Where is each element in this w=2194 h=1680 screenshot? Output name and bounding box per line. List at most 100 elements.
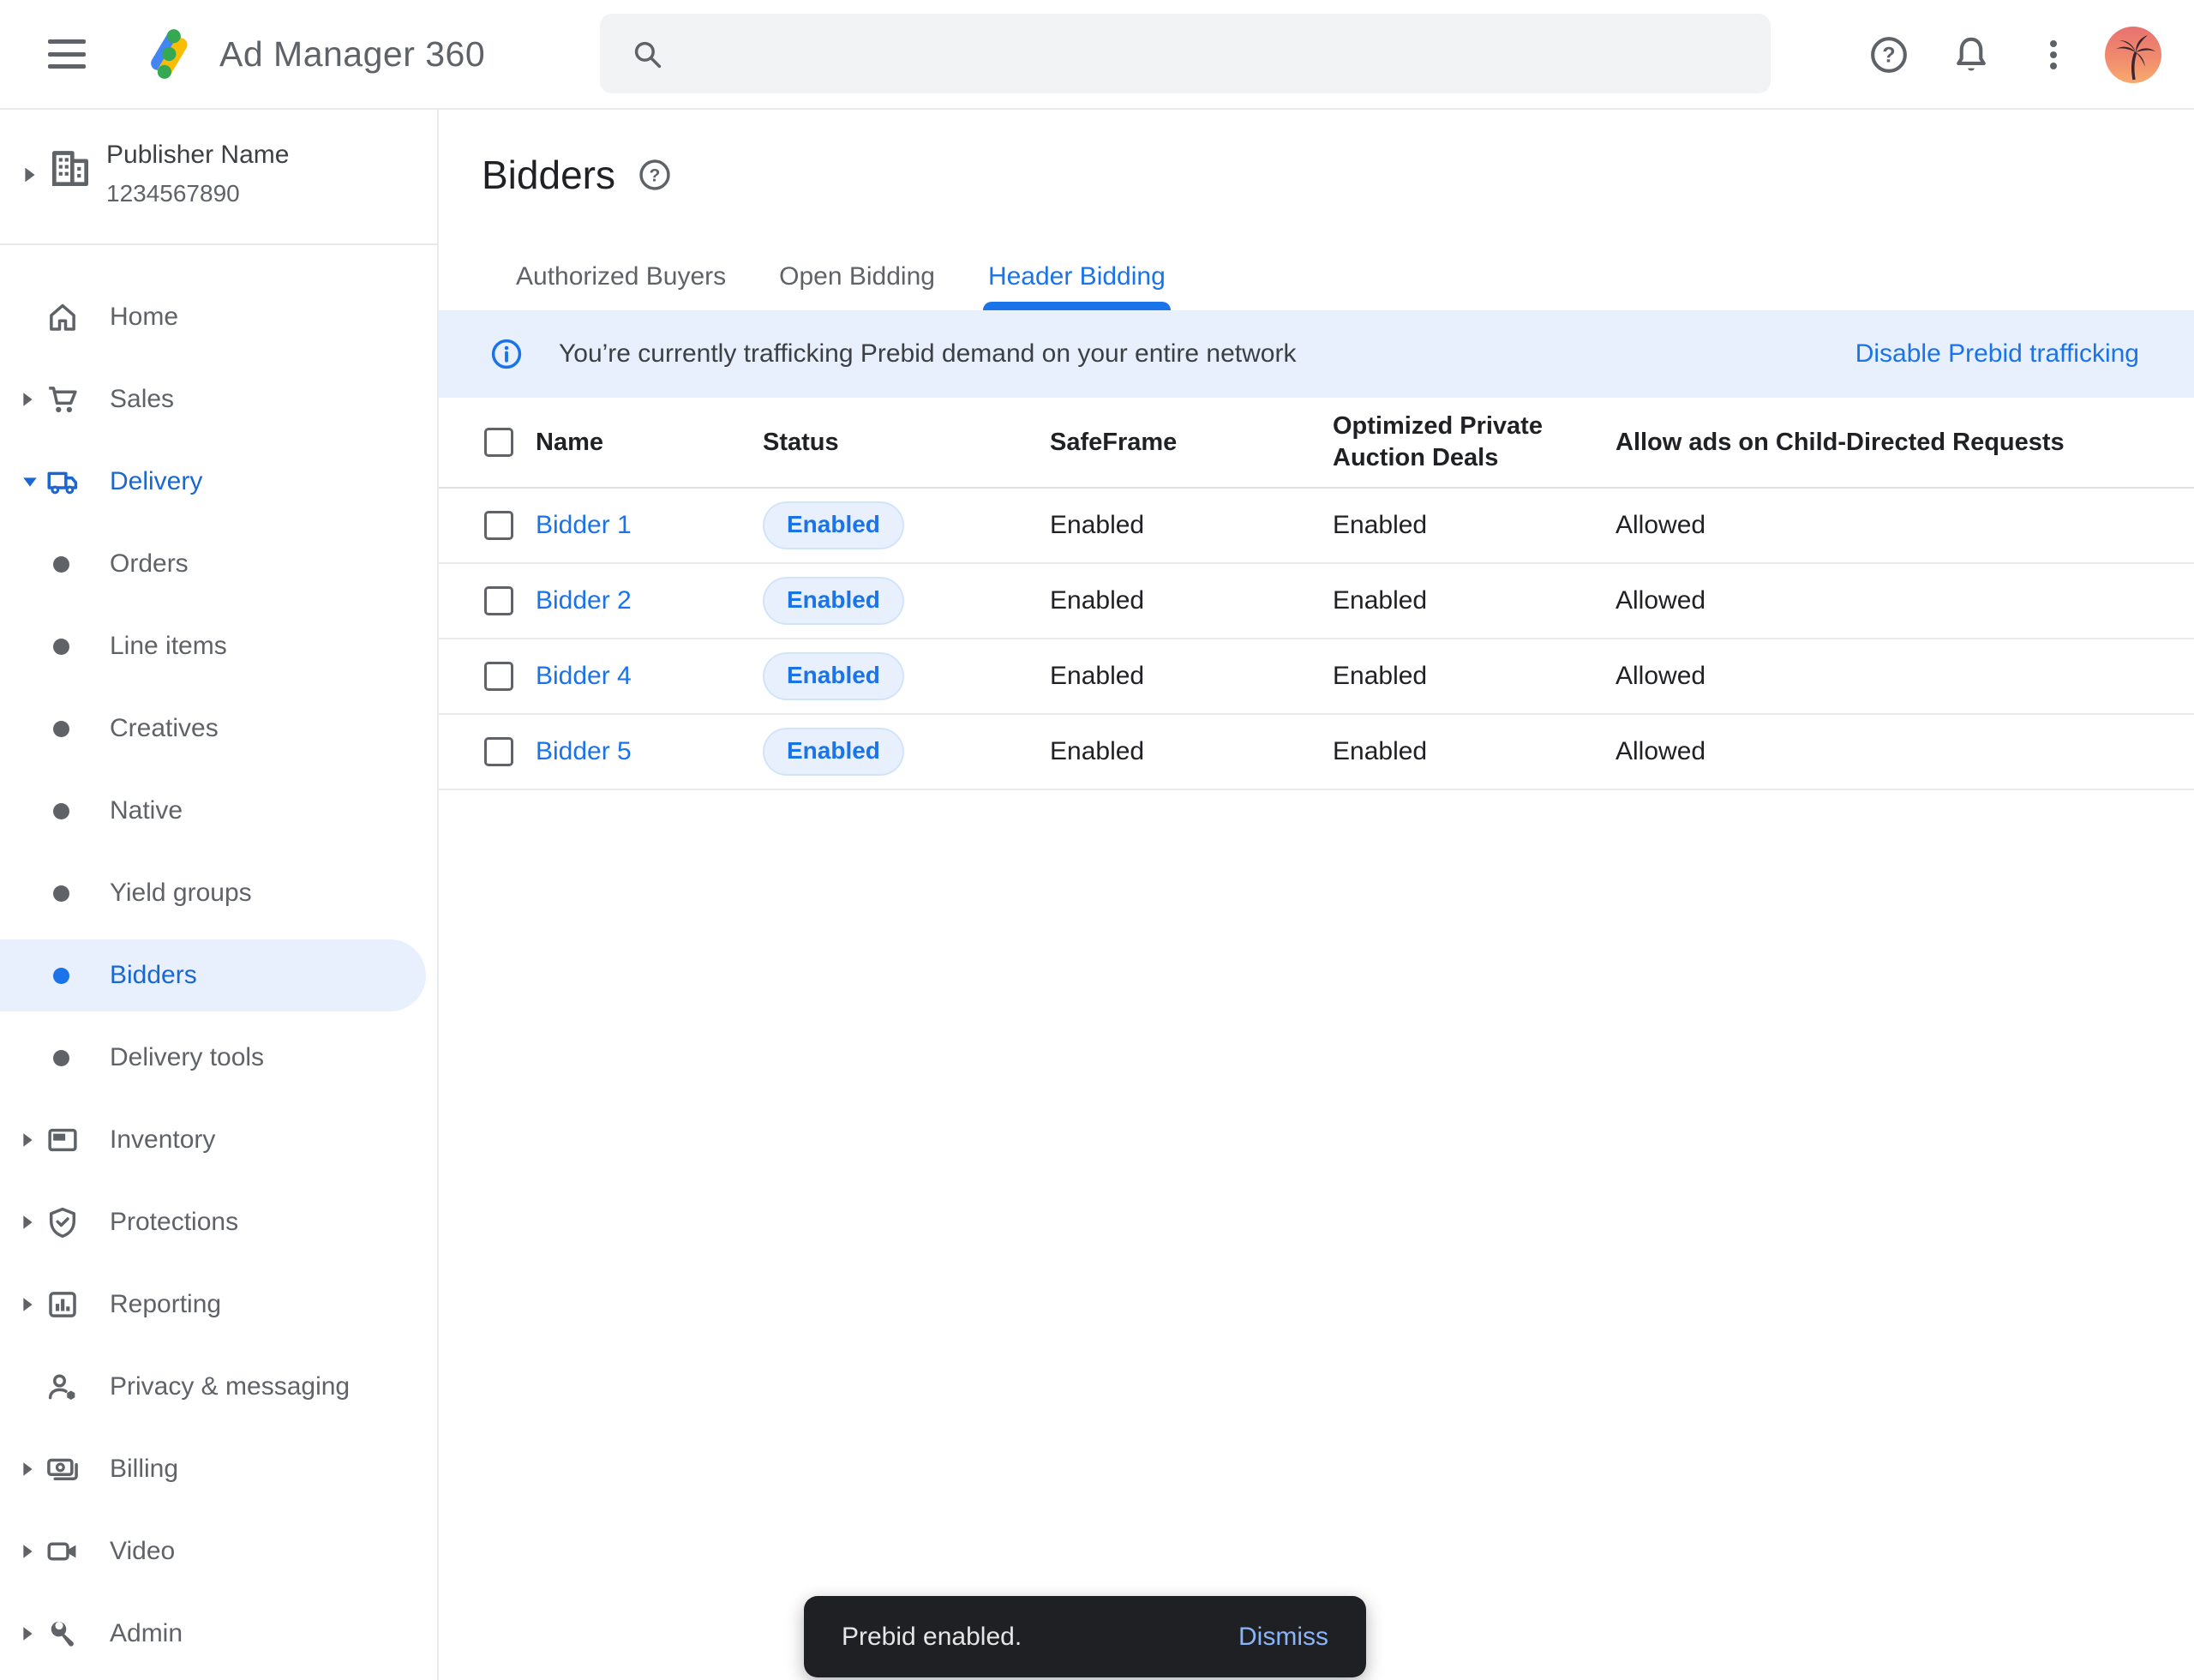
bidder-link[interactable]: Bidder 1	[536, 511, 763, 540]
caret-right-icon	[22, 392, 41, 407]
svg-text:?: ?	[650, 165, 661, 185]
sidebar-item-label: Home	[110, 303, 178, 332]
dismiss-button[interactable]: Dismiss	[1238, 1623, 1328, 1652]
column-header-opad: Optimized Private Auction Deals	[1333, 411, 1616, 474]
help-circle-icon: ?	[636, 156, 674, 194]
caret-right-icon	[22, 1544, 41, 1559]
sidebar-item-label: Privacy & messaging	[110, 1372, 350, 1401]
tab-authorized-buyers[interactable]: Authorized Buyers	[516, 262, 726, 310]
bullet-icon	[53, 1050, 69, 1066]
sidebar-item-home[interactable]: Home	[0, 276, 437, 358]
ad-manager-logo-icon[interactable]	[135, 22, 199, 86]
bullet-icon	[53, 968, 69, 984]
child-directed-value: Allowed	[1616, 662, 2194, 691]
caret-right-icon	[22, 1132, 41, 1148]
select-all-checkbox[interactable]	[484, 428, 513, 457]
help-button[interactable]: ?	[1858, 24, 1920, 86]
caret-right-icon	[22, 1626, 41, 1641]
sidebar-item-label: Reporting	[110, 1290, 221, 1319]
publisher-id: 1234567890	[106, 180, 240, 207]
search-icon	[629, 36, 665, 72]
wrench-icon	[45, 1616, 81, 1652]
sidebar-item-label: Bidders	[110, 961, 197, 990]
sidebar-item-video[interactable]: Video	[0, 1510, 437, 1593]
top-app-bar: Ad Manager 360 ?	[0, 0, 2194, 110]
account-avatar[interactable]	[2105, 27, 2161, 83]
sidebar-item-label: Native	[110, 796, 183, 825]
bidder-link[interactable]: Bidder 5	[536, 737, 763, 766]
column-header-status: Status	[763, 427, 1050, 459]
bar-chart-icon	[45, 1287, 81, 1323]
privacy-person-icon	[45, 1369, 81, 1405]
status-badge: Enabled	[763, 652, 904, 700]
table-row: Bidder 2 Enabled Enabled Enabled Allowed	[439, 564, 2194, 639]
sidebar-item-label: Line items	[110, 632, 227, 661]
disable-prebid-trafficking-link[interactable]: Disable Prebid trafficking	[1855, 339, 2139, 369]
search-bar[interactable]	[600, 14, 1771, 93]
sidebar-item-label: Inventory	[110, 1125, 215, 1155]
hamburger-menu-icon[interactable]	[48, 39, 86, 69]
sidebar-item-admin[interactable]: Admin	[0, 1593, 437, 1675]
sidebar-item-billing[interactable]: Billing	[0, 1428, 437, 1510]
toast-message: Prebid enabled.	[842, 1623, 1022, 1652]
row-checkbox[interactable]	[484, 511, 513, 540]
bullet-icon	[53, 885, 69, 902]
sidebar-item-creatives[interactable]: Creatives	[0, 687, 437, 770]
notifications-button[interactable]	[1940, 24, 2002, 86]
bullet-icon	[53, 721, 69, 737]
help-icon: ?	[1867, 33, 1911, 77]
caret-right-icon	[24, 166, 36, 183]
status-badge: Enabled	[763, 577, 904, 625]
tab-header-bidding[interactable]: Header Bidding	[988, 262, 1166, 310]
bullet-icon	[53, 803, 69, 819]
table-row: Bidder 5 Enabled Enabled Enabled Allowed	[439, 715, 2194, 790]
bell-icon	[1949, 33, 1993, 77]
search-input[interactable]	[665, 14, 1771, 93]
row-checkbox[interactable]	[484, 662, 513, 691]
snackbar-toast: Prebid enabled. Dismiss	[804, 1596, 1366, 1677]
sidebar-item-orders[interactable]: Orders	[0, 523, 437, 605]
sidebar-item-bidders[interactable]: Bidders	[0, 934, 437, 1017]
column-header-child-directed: Allow ads on Child-Directed Requests	[1616, 427, 2194, 459]
more-options-button[interactable]	[2023, 24, 2084, 86]
three-dot-menu-icon	[2033, 34, 2074, 75]
sidebar-item-label: Creatives	[110, 714, 219, 743]
sidebar-item-yield-groups[interactable]: Yield groups	[0, 852, 437, 934]
sidebar-item-sales[interactable]: Sales	[0, 358, 437, 441]
sidebar-item-inventory[interactable]: Inventory	[0, 1099, 437, 1181]
video-camera-icon	[45, 1533, 81, 1569]
sidebar-item-delivery-tools[interactable]: Delivery tools	[0, 1017, 437, 1099]
sidebar-item-reporting[interactable]: Reporting	[0, 1263, 437, 1346]
bidder-link[interactable]: Bidder 2	[536, 586, 763, 615]
child-directed-value: Allowed	[1616, 737, 2194, 766]
sidebar-item-label: Delivery tools	[110, 1043, 264, 1072]
shopping-cart-icon	[45, 381, 81, 417]
billing-banknote-icon	[45, 1451, 81, 1487]
bullet-icon	[53, 639, 69, 655]
sidebar-item-label: Orders	[110, 549, 189, 579]
info-icon	[489, 336, 525, 372]
row-checkbox[interactable]	[484, 737, 513, 766]
prebid-info-banner: You’re currently trafficking Prebid dema…	[439, 310, 2194, 398]
main-content: Bidders ? Authorized Buyers Open Bidding…	[439, 110, 2194, 790]
shield-icon	[45, 1204, 81, 1240]
safeframe-value: Enabled	[1050, 737, 1333, 766]
bidder-link[interactable]: Bidder 4	[536, 662, 763, 691]
tab-open-bidding[interactable]: Open Bidding	[779, 262, 935, 310]
caret-right-icon	[22, 1461, 41, 1477]
table-row: Bidder 4 Enabled Enabled Enabled Allowed	[439, 639, 2194, 715]
sidebar-item-delivery[interactable]: Delivery	[0, 441, 437, 523]
safeframe-value: Enabled	[1050, 586, 1333, 615]
row-checkbox[interactable]	[484, 586, 513, 615]
sidebar-item-privacy-messaging[interactable]: Privacy & messaging	[0, 1346, 437, 1428]
caret-right-icon	[22, 1297, 41, 1312]
home-icon	[45, 299, 81, 335]
sidebar-item-line-items[interactable]: Line items	[0, 605, 437, 687]
publisher-selector[interactable]: Publisher Name 1234567890	[0, 110, 437, 245]
sidebar-item-native[interactable]: Native	[0, 770, 437, 852]
sidebar-item-label: Billing	[110, 1455, 178, 1484]
column-header-name: Name	[536, 427, 763, 459]
page-help-button[interactable]: ?	[636, 156, 674, 194]
caret-right-icon	[22, 1215, 41, 1230]
sidebar-item-protections[interactable]: Protections	[0, 1181, 437, 1263]
